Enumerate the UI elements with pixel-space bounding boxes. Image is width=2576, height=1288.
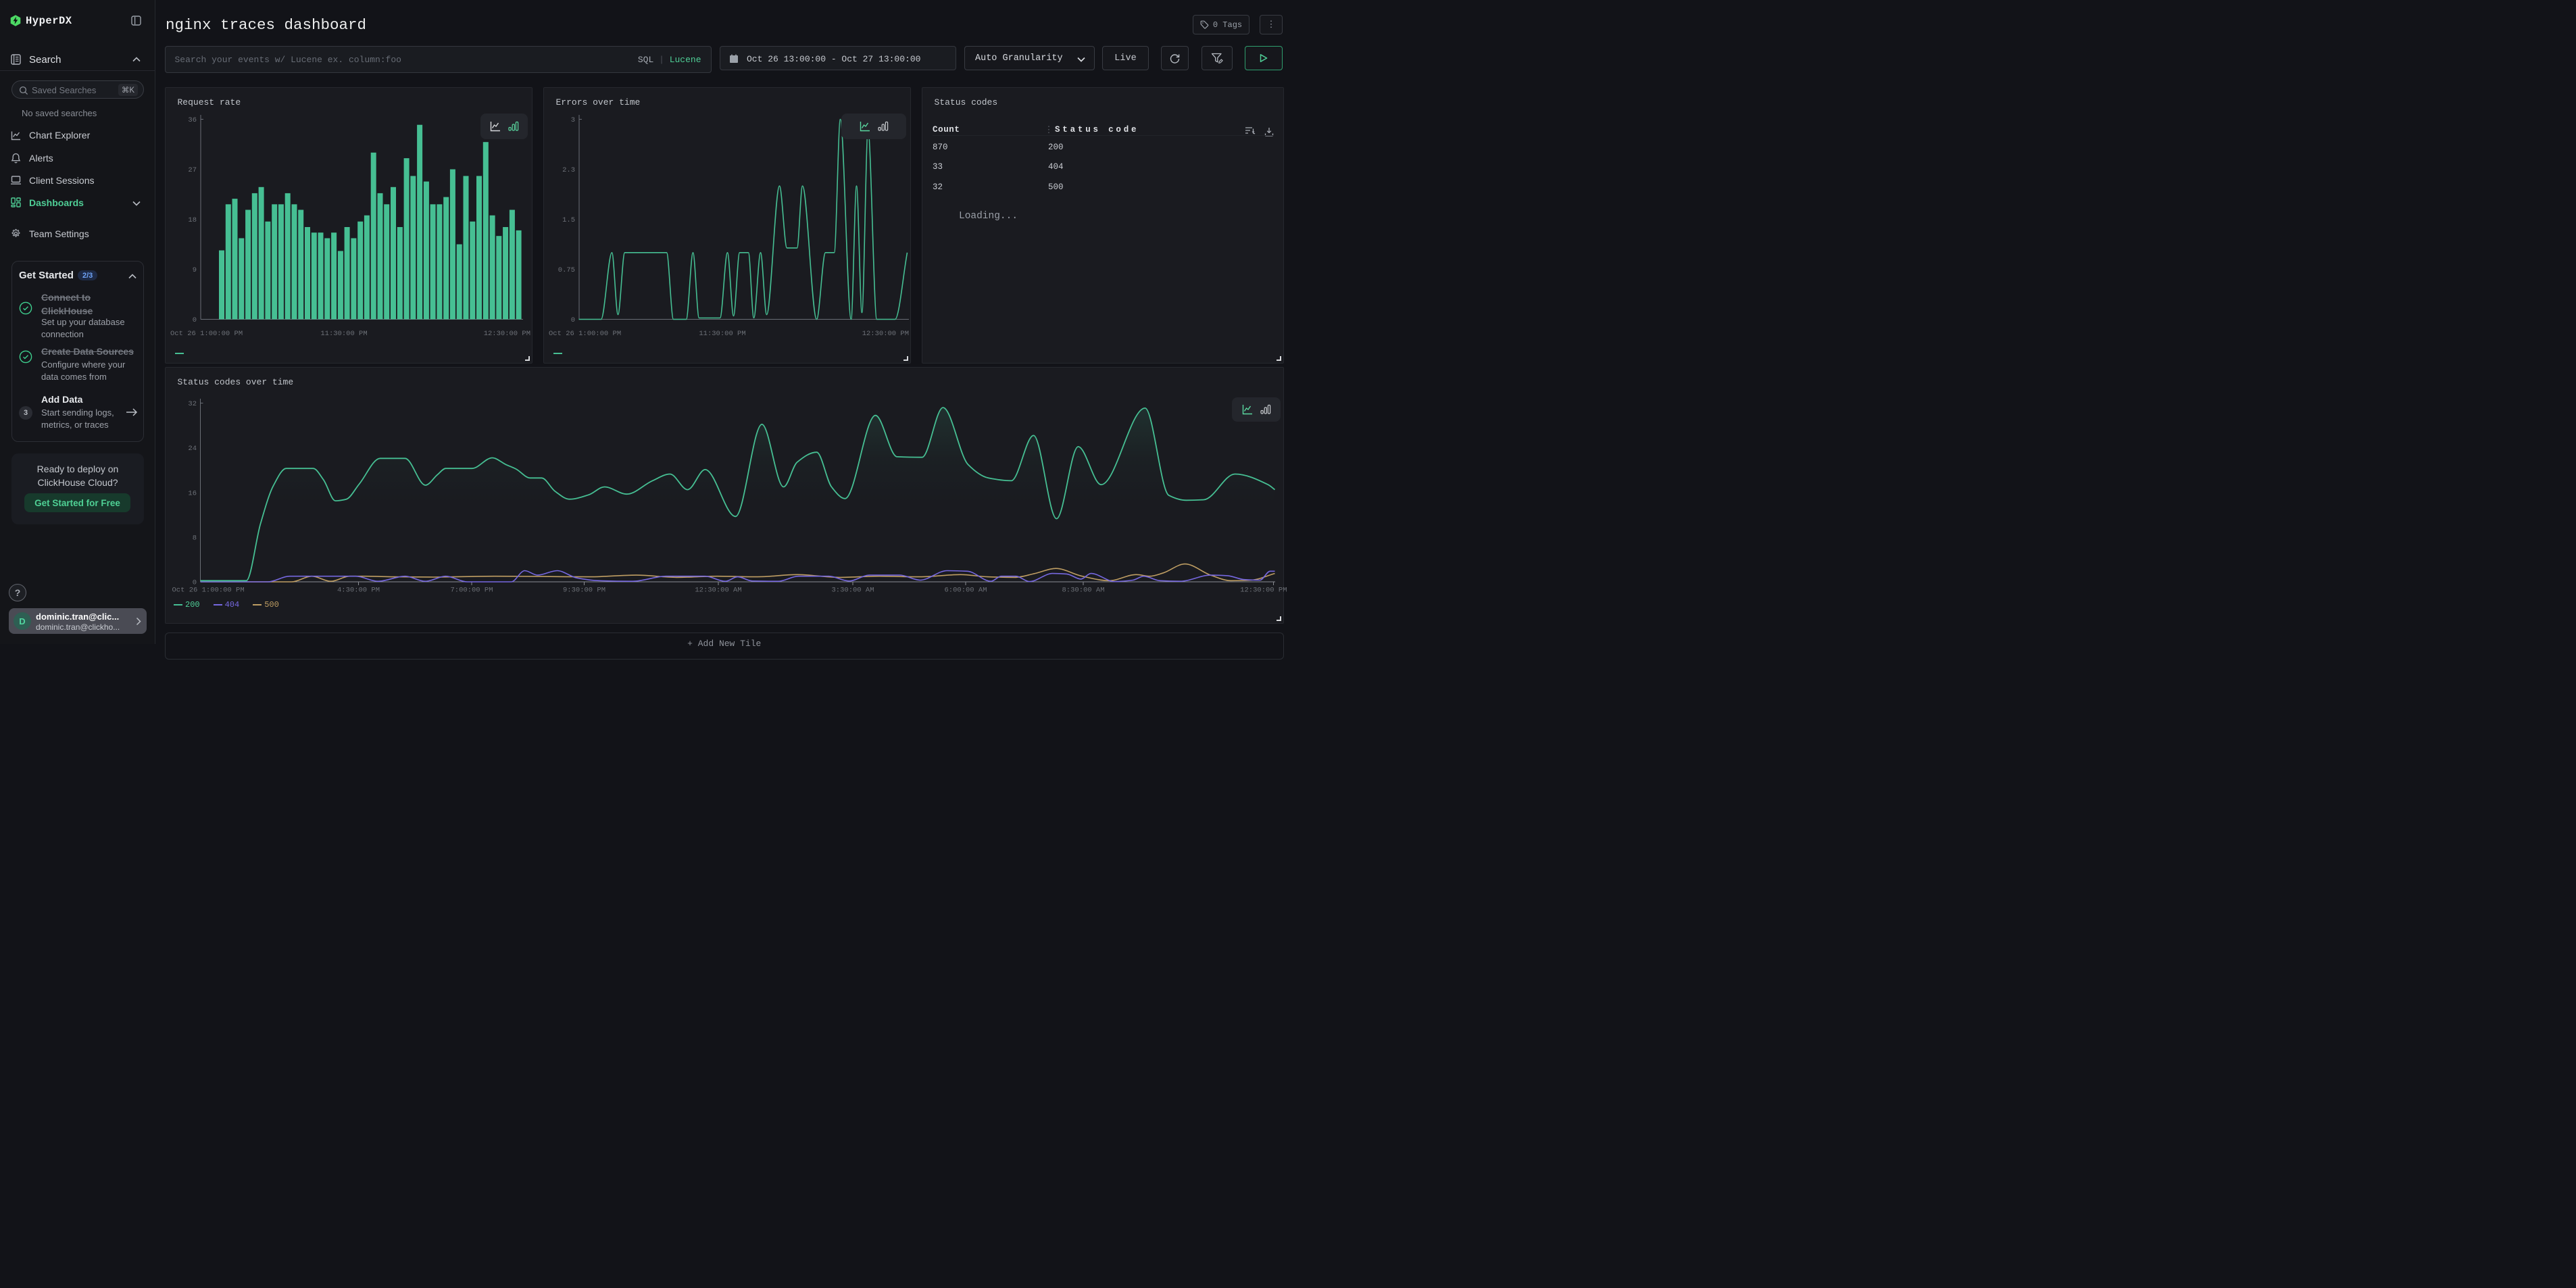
svg-text:8: 8 bbox=[192, 534, 196, 542]
svg-text:7:00:00 PM: 7:00:00 PM bbox=[450, 586, 493, 594]
svg-text:8:30:00 AM: 8:30:00 AM bbox=[1062, 586, 1104, 594]
svg-text:Oct 26 1:00:00 PM: Oct 26 1:00:00 PM bbox=[549, 330, 621, 338]
svg-text:27: 27 bbox=[188, 166, 197, 174]
svg-text:0: 0 bbox=[192, 316, 196, 324]
svg-text:3: 3 bbox=[570, 116, 574, 124]
svg-text:18: 18 bbox=[188, 216, 197, 224]
svg-text:4:30:00 PM: 4:30:00 PM bbox=[337, 586, 379, 594]
svg-text:11:30:00 PM: 11:30:00 PM bbox=[699, 330, 745, 338]
svg-text:2.3: 2.3 bbox=[562, 166, 575, 174]
svg-text:9:30:00 PM: 9:30:00 PM bbox=[562, 586, 605, 594]
svg-text:12:30:00 PM: 12:30:00 PM bbox=[483, 330, 530, 338]
svg-text:Oct 26 1:00:00 PM: Oct 26 1:00:00 PM bbox=[172, 586, 244, 594]
svg-text:Oct 26 1:00:00 PM: Oct 26 1:00:00 PM bbox=[170, 330, 243, 338]
svg-text:12:30:00 AM: 12:30:00 AM bbox=[695, 586, 741, 594]
svg-text:36: 36 bbox=[188, 116, 197, 124]
svg-text:24: 24 bbox=[188, 445, 197, 453]
svg-text:32: 32 bbox=[188, 400, 197, 408]
svg-text:11:30:00 PM: 11:30:00 PM bbox=[320, 330, 367, 338]
svg-text:0.75: 0.75 bbox=[558, 266, 574, 274]
svg-text:6:00:00 AM: 6:00:00 AM bbox=[944, 586, 987, 594]
svg-text:3:30:00 AM: 3:30:00 AM bbox=[831, 586, 874, 594]
svg-text:16: 16 bbox=[188, 489, 197, 497]
svg-text:0: 0 bbox=[570, 316, 574, 324]
svg-text:9: 9 bbox=[192, 266, 196, 274]
svg-text:12:30:00 PM: 12:30:00 PM bbox=[1240, 586, 1287, 594]
svg-text:12:30:00 PM: 12:30:00 PM bbox=[862, 330, 908, 338]
svg-text:1.5: 1.5 bbox=[562, 216, 575, 224]
